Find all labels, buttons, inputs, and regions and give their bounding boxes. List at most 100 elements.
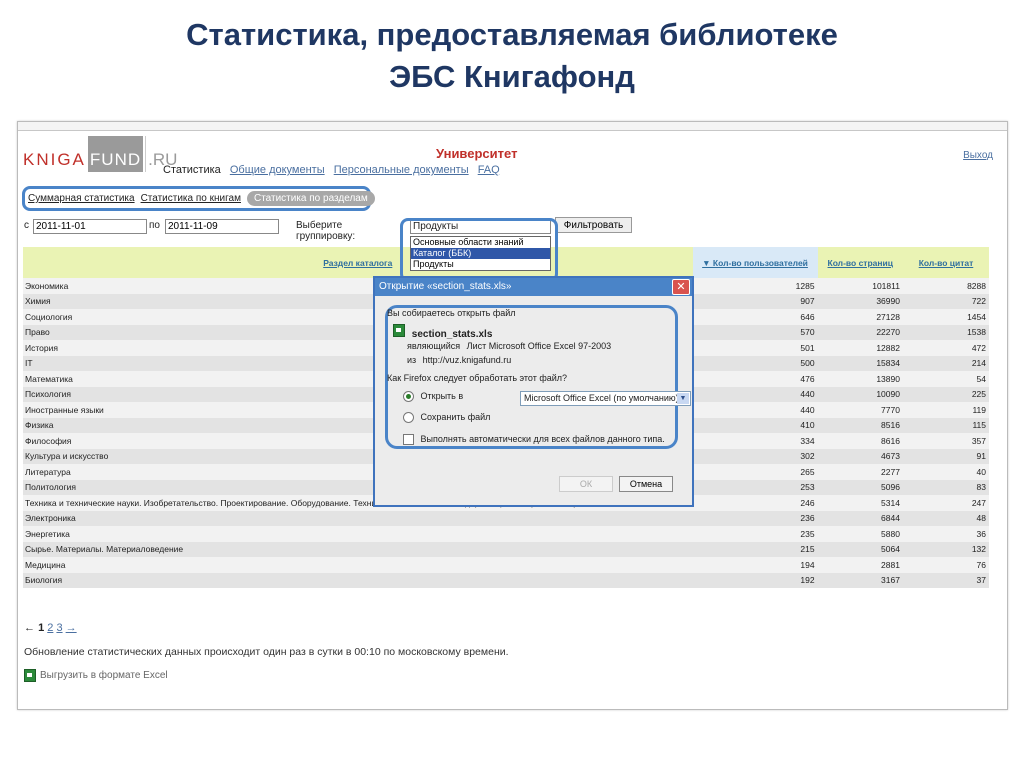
export-excel-label: Выгрузить в формате Excel (40, 670, 168, 681)
cell-users: 236 (692, 510, 818, 526)
dialog-close-button[interactable]: ✕ (672, 279, 690, 295)
subnav-by-books[interactable]: Статистика по книгам (141, 193, 241, 204)
auto-action-label: Выполнять автоматически для всех файлов … (420, 434, 665, 444)
cell-citations: 36 (902, 526, 989, 542)
cell-pages: 8516 (817, 417, 903, 433)
open-with-row: Открыть в Microsoft Office Excel (по умо… (403, 391, 693, 406)
logo-kniga: KNIGA (23, 150, 86, 169)
open-with-app-select[interactable]: Microsoft Office Excel (по умолчанию) ▼ (520, 391, 691, 406)
cell-citations: 115 (902, 417, 989, 433)
grouping-label: Выберите группировку: (296, 220, 356, 242)
cell-section: Сырье. Материалы. Материаловедение (23, 541, 693, 557)
dialog-title: Открытие «section_stats.xls» (379, 281, 512, 292)
save-file-label: Сохранить файл (420, 412, 491, 422)
cell-pages: 22270 (817, 324, 903, 340)
dialog-ok-button[interactable]: ОК (559, 476, 613, 492)
cell-users: 570 (692, 324, 818, 340)
date-from-input[interactable] (33, 219, 147, 234)
dialog-from-label: из (407, 355, 417, 365)
cell-citations: 37 (902, 572, 989, 588)
cell-citations: 119 (902, 402, 989, 418)
subnav-by-sections[interactable]: Статистика по разделам (246, 191, 375, 206)
col-header-section[interactable]: Раздел каталога (23, 247, 693, 278)
cell-pages: 2881 (817, 557, 903, 573)
logout-link[interactable]: Выход (963, 150, 993, 161)
pager-page-3[interactable]: 3 (56, 622, 62, 634)
filter-button[interactable]: Фильтровать (555, 217, 632, 233)
cell-users: 907 (692, 293, 818, 309)
cell-users: 334 (692, 433, 818, 449)
cell-citations: 91 (902, 448, 989, 464)
pager-page-2[interactable]: 2 (47, 622, 53, 634)
export-excel-link[interactable]: Выгрузить в формате Excel (24, 669, 168, 682)
cell-pages: 2277 (817, 464, 903, 480)
dialog-cancel-button[interactable]: Отмена (619, 476, 673, 492)
cell-section: Энергетика (23, 526, 693, 542)
cell-pages: 36990 (817, 293, 903, 309)
auto-action-checkbox[interactable] (403, 434, 414, 446)
save-file-row: Сохранить файл (403, 412, 491, 424)
col-header-citations[interactable]: Кол-во цитат (902, 247, 989, 278)
cell-citations: 1454 (902, 309, 989, 325)
cell-pages: 13890 (817, 371, 903, 387)
dialog-type-label: являющийся (407, 341, 461, 351)
cell-users: 501 (692, 340, 818, 356)
date-to-label: по (149, 220, 160, 231)
dialog-intro: Вы собираетесь открыть файл (387, 308, 516, 318)
dialog-type-value: Лист Microsoft Office Excel 97-2003 (466, 341, 612, 351)
browser-screenshot: KNIGA FUND .RU Университет Выход Статист… (17, 121, 1008, 710)
nav-link-personal-docs[interactable]: Персональные документы (334, 164, 469, 176)
cell-citations: 247 (902, 495, 989, 511)
dialog-question: Как Firefox следует обработать этот файл… (387, 373, 568, 383)
cell-users: 500 (692, 355, 818, 371)
cell-pages: 3167 (817, 572, 903, 588)
update-note: Обновление статистических данных происхо… (24, 646, 509, 658)
open-with-radio[interactable] (403, 391, 414, 403)
cell-pages: 5314 (817, 495, 903, 511)
dialog-from-value: http://vuz.knigafund.ru (422, 355, 512, 365)
cell-pages: 6844 (817, 510, 903, 526)
open-file-dialog: Открытие «section_stats.xls» ✕ Вы собира… (373, 276, 694, 507)
excel-icon (24, 669, 36, 682)
cell-pages: 12882 (817, 340, 903, 356)
pager-next[interactable]: → (66, 622, 77, 634)
cell-citations: 54 (902, 371, 989, 387)
cell-pages: 7770 (817, 402, 903, 418)
cell-citations: 48 (902, 510, 989, 526)
col-header-users[interactable]: ▼ Кол-во пользователей (692, 247, 818, 278)
date-to-input[interactable] (165, 219, 279, 234)
cell-pages: 4673 (817, 448, 903, 464)
cell-pages: 5880 (817, 526, 903, 542)
cell-users: 192 (692, 572, 818, 588)
cell-citations: 472 (902, 340, 989, 356)
dialog-filename: section_stats.xls (411, 329, 493, 340)
col-header-pages[interactable]: Кол-во страниц (817, 247, 903, 278)
table-row: Энергетика 235 5880 36 (23, 526, 989, 542)
cell-section: Биология (23, 572, 693, 588)
cell-citations: 8288 (902, 278, 989, 294)
save-file-radio[interactable] (403, 412, 414, 424)
cell-citations: 214 (902, 355, 989, 371)
nav-link-faq[interactable]: FAQ (478, 164, 500, 176)
cell-pages: 15834 (817, 355, 903, 371)
cell-pages: 27128 (817, 309, 903, 325)
cell-users: 410 (692, 417, 818, 433)
pager: ← 1 2 3 → (24, 622, 77, 634)
open-with-label: Открыть в (420, 391, 464, 401)
knigafund-logo[interactable]: KNIGA FUND .RU (23, 136, 177, 172)
table-row: Медицина 194 2881 76 (23, 557, 989, 573)
university-name: Университет (436, 146, 518, 161)
table-row: Биология 192 3167 37 (23, 572, 989, 588)
cell-pages: 101811 (817, 278, 903, 294)
cell-citations: 40 (902, 464, 989, 480)
nav-link-general-docs[interactable]: Общие документы (230, 164, 325, 176)
subnav-summary[interactable]: Суммарная статистика (28, 193, 135, 204)
slide-title-line-2: ЭБС Книгафонд (389, 59, 635, 94)
cell-citations: 83 (902, 479, 989, 495)
dialog-filename-row: section_stats.xls (393, 324, 492, 340)
excel-file-icon (393, 324, 405, 337)
browser-top-edge (18, 122, 1007, 131)
nav-current-statistics: Статистика (163, 164, 221, 176)
cell-section: Электроника (23, 510, 693, 526)
cell-citations: 1538 (902, 324, 989, 340)
